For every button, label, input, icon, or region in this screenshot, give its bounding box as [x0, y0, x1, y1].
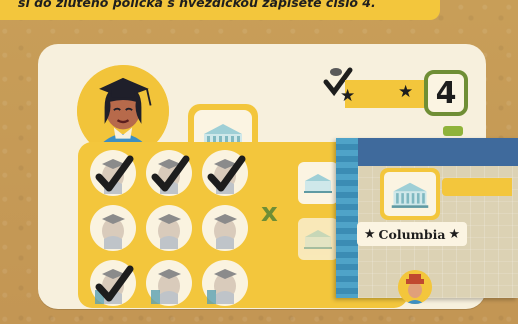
- graduate-icon: [203, 206, 247, 250]
- score-box[interactable]: 4: [424, 70, 468, 116]
- instruction-text: si do zlutého políčka s hvězdičkou zapíš…: [18, 0, 376, 10]
- star-icon: ★: [340, 86, 356, 106]
- graduate-token[interactable]: [146, 260, 192, 306]
- graduate-icon: [147, 206, 191, 250]
- star-icon: ★: [363, 226, 376, 242]
- graduate-icon: [147, 151, 191, 195]
- graduate-icon: [91, 151, 135, 195]
- graduate-icon: [203, 261, 247, 305]
- white-house-icon: [304, 174, 332, 193]
- instruction-banner: si do zlutého políčka s hvězdičkou zapíš…: [0, 0, 440, 20]
- columbia-building-card: [380, 168, 440, 220]
- graduate-icon: [203, 151, 247, 195]
- graduate-token[interactable]: [90, 205, 136, 251]
- columbia-label: ★ Columbia ★: [357, 222, 467, 246]
- score-value: 4: [435, 75, 457, 111]
- graduate-token[interactable]: [90, 260, 136, 306]
- graduate-token[interactable]: [202, 205, 248, 251]
- x-mark: x: [261, 198, 278, 228]
- graduate-token[interactable]: [90, 150, 136, 196]
- mini-building-card[interactable]: [298, 162, 338, 204]
- graduate-token[interactable]: [146, 150, 192, 196]
- graduate-icon: [91, 206, 135, 250]
- graduate-token[interactable]: [202, 150, 248, 196]
- green-peg: [443, 126, 463, 136]
- graduate-token[interactable]: [202, 260, 248, 306]
- mini-building-card[interactable]: [298, 218, 338, 260]
- score-track: [345, 80, 433, 108]
- opponent-avatar-icon: [398, 270, 432, 304]
- graduate-icon: [147, 261, 191, 305]
- columbia-score-bar: [442, 178, 512, 196]
- star-icon: ★: [448, 226, 461, 242]
- graduate-token[interactable]: [146, 205, 192, 251]
- white-house-icon: [304, 230, 332, 249]
- graduate-icon: [91, 261, 135, 305]
- columbia-name: Columbia: [378, 226, 446, 242]
- white-house-icon: [384, 172, 436, 216]
- star-icon: ★: [398, 82, 414, 102]
